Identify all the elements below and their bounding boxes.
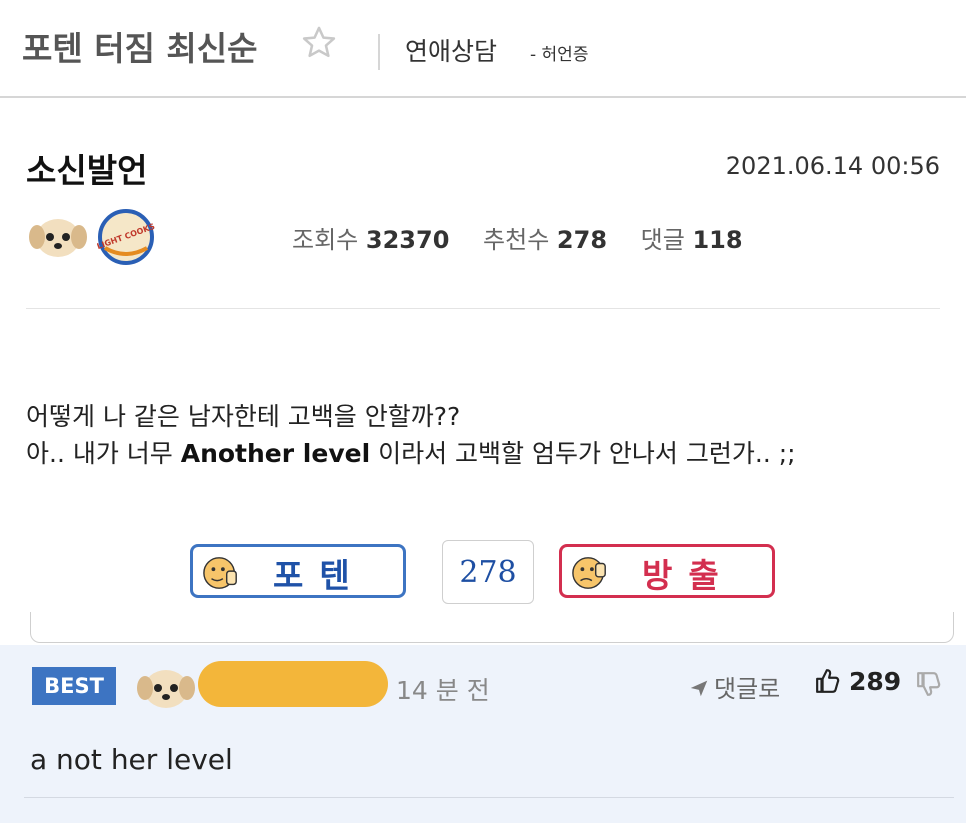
views-label: 조회수 <box>292 226 359 254</box>
thumbs-down-icon[interactable] <box>916 671 942 697</box>
best-comment: BEST 14 분 전 댓글로 289 a not her level <box>0 645 966 823</box>
like-count: 289 <box>849 667 902 696</box>
redacted-username <box>198 661 388 707</box>
header-divider <box>378 34 380 70</box>
post-body-line2: 아.. 내가 너무 Another level 이라서 고백할 엄두가 안나서 … <box>26 439 796 468</box>
downvote-button[interactable]: 방출 <box>559 544 775 598</box>
post-stats: 조회수 32370 추천수 278 댓글 118 <box>292 220 769 255</box>
comment-time: 14 분 전 <box>396 676 490 705</box>
reply-button[interactable]: 댓글로 <box>688 669 780 704</box>
upvote-label: 포텐 <box>273 556 366 595</box>
comment-text: a not her level <box>30 743 233 776</box>
comments-count: 118 <box>692 226 743 254</box>
like-button[interactable]: 289 <box>815 667 901 696</box>
post-body-line1: 어떻게 나 같은 남자한테 고백을 안할까?? <box>26 402 461 431</box>
thumbs-down-face-icon <box>572 557 606 589</box>
star-icon[interactable] <box>300 24 338 62</box>
sub-category: - 허언증 <box>530 45 589 65</box>
recommend-count: 278 <box>556 226 608 254</box>
comments-label: 댓글 <box>640 226 685 254</box>
post-title: 소신발언 <box>26 151 148 190</box>
level-badge-icon: LIGHT COOKS <box>97 209 155 265</box>
reply-label: 댓글로 <box>714 675 781 703</box>
recommend-label: 추천수 <box>483 226 550 254</box>
divider <box>26 308 940 309</box>
vote-count: 278 <box>442 540 534 604</box>
comment-divider <box>24 797 954 798</box>
commenter-avatar-icon[interactable] <box>136 663 196 711</box>
upvote-button[interactable]: 포텐 <box>190 544 406 598</box>
category-link[interactable]: 연애상담 <box>405 32 497 68</box>
reply-arrow-icon <box>690 680 708 697</box>
downvote-label: 방출 <box>642 556 735 595</box>
best-badge: BEST <box>32 667 116 705</box>
thumbs-up-icon <box>816 669 840 693</box>
thumbs-up-face-icon <box>203 557 237 589</box>
dog-avatar-icon[interactable] <box>28 212 88 260</box>
post-date: 2021.06.14 00:56 <box>725 152 940 180</box>
post-body: 어떻게 나 같은 남자한테 고백을 안할까?? 아.. 내가 너무 Anothe… <box>26 398 796 472</box>
board-header: 포텐 터짐 최신순 연애상담 - 허언증 <box>0 0 966 98</box>
post-frame-bottom <box>30 612 954 643</box>
post-body-emphasis: Another level <box>180 439 371 468</box>
views-count: 32370 <box>365 226 450 254</box>
board-title[interactable]: 포텐 터짐 최신순 <box>22 22 258 70</box>
